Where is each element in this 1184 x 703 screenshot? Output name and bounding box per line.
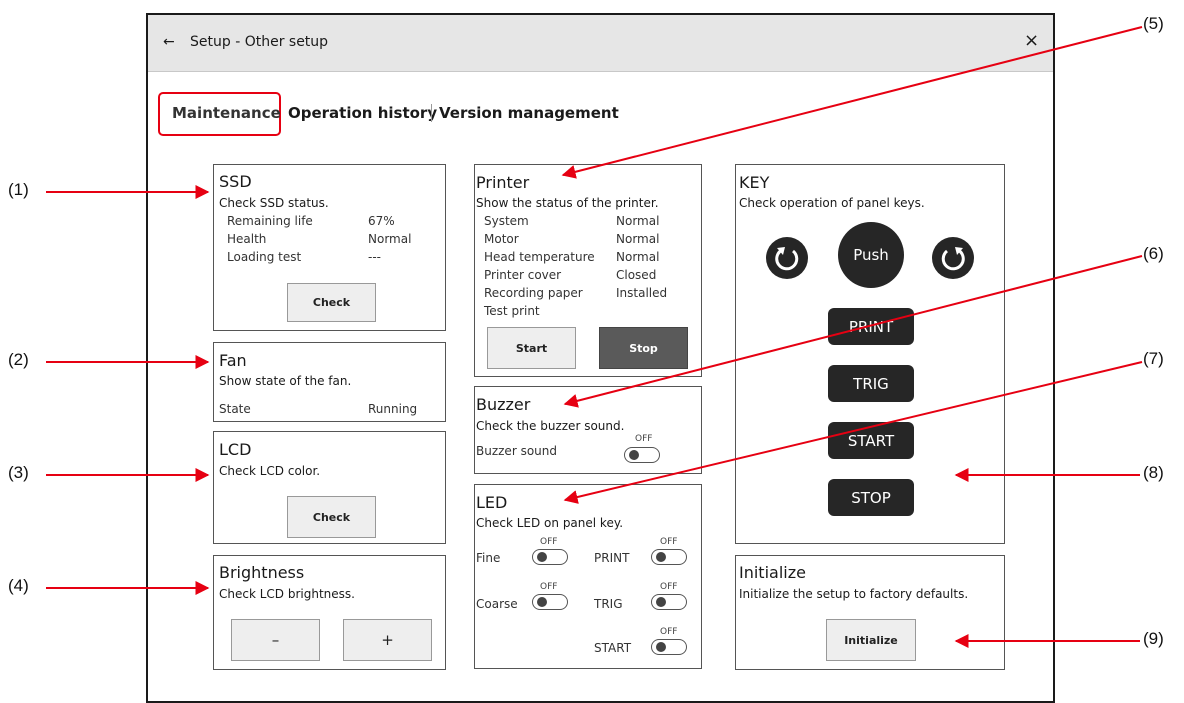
led-coarse-toggle-state: OFF	[540, 582, 558, 592]
led-trig-label: TRIG	[594, 597, 623, 611]
led-print-toggle[interactable]	[651, 549, 687, 565]
tab-version-management[interactable]: Version management	[439, 104, 619, 122]
key-description: Check operation of panel keys.	[739, 196, 925, 210]
fan-state-label: State	[219, 402, 251, 416]
ssd-check-button[interactable]: Check	[287, 283, 376, 322]
printer-title: Printer	[476, 173, 530, 192]
rotate-ccw-icon	[775, 247, 799, 271]
ssd-row-label: Health	[227, 232, 267, 246]
initialize-title: Initialize	[739, 563, 806, 582]
fan-description: Show state of the fan.	[219, 374, 352, 388]
callout-label: (4)	[8, 576, 29, 595]
initialize-description: Initialize the setup to factory defaults…	[739, 587, 969, 601]
brightness-increase-button[interactable]: +	[343, 619, 432, 661]
start-key[interactable]: START	[828, 422, 914, 459]
rotate-left-key[interactable]	[766, 237, 808, 279]
callout-label: (7)	[1143, 349, 1164, 368]
led-print-label: PRINT	[594, 551, 630, 565]
printer-description: Show the status of the printer.	[476, 196, 659, 210]
callout-label: (3)	[8, 463, 29, 482]
led-start-label: START	[594, 641, 632, 655]
buzzer-sound-toggle[interactable]	[624, 447, 660, 463]
push-key[interactable]: Push	[838, 222, 904, 288]
ssd-row-value: ---	[368, 250, 381, 264]
printer-row-label: System	[484, 214, 529, 228]
led-start-toggle-state: OFF	[660, 627, 678, 637]
brightness-title: Brightness	[219, 563, 305, 582]
tab-operation-history[interactable]: Operation history	[288, 104, 437, 122]
callout-label: (5)	[1143, 14, 1164, 33]
led-coarse-toggle[interactable]	[532, 594, 568, 610]
printer-row-label: Test print	[484, 304, 540, 318]
printer-row-label: Printer cover	[484, 268, 562, 282]
key-title: KEY	[739, 173, 770, 192]
ssd-row-label: Remaining life	[227, 214, 313, 228]
ssd-row-label: Loading test	[227, 250, 302, 264]
tab-divider	[431, 104, 432, 122]
lcd-check-button[interactable]: Check	[287, 496, 376, 538]
callout-label: (8)	[1143, 463, 1164, 482]
brightness-decrease-button[interactable]: –	[231, 619, 320, 661]
close-icon[interactable]: ×	[1024, 30, 1039, 51]
buzzer-description: Check the buzzer sound.	[476, 419, 625, 433]
trig-key[interactable]: TRIG	[828, 365, 914, 402]
rotate-cw-icon	[941, 247, 965, 271]
printer-row-label: Head temperature	[484, 250, 595, 264]
ssd-row-value: 67%	[368, 214, 395, 228]
brightness-description: Check LCD brightness.	[219, 587, 355, 601]
led-trig-toggle[interactable]	[651, 594, 687, 610]
buzzer-title: Buzzer	[476, 395, 531, 414]
callout-label: (2)	[8, 350, 29, 369]
printer-row-value: Normal	[616, 250, 660, 264]
callout-label: (9)	[1143, 629, 1164, 648]
led-print-toggle-state: OFF	[660, 537, 678, 547]
callout-label: (1)	[8, 180, 29, 199]
back-arrow-icon[interactable]: ←	[163, 34, 175, 50]
printer-stop-button[interactable]: Stop	[599, 327, 688, 369]
led-fine-toggle[interactable]	[532, 549, 568, 565]
buzzer-toggle-state: OFF	[635, 434, 653, 444]
led-trig-toggle-state: OFF	[660, 582, 678, 592]
led-coarse-label: Coarse	[476, 597, 518, 611]
ssd-row-value: Normal	[368, 232, 412, 246]
lcd-title: LCD	[219, 440, 252, 459]
ssd-title: SSD	[219, 172, 252, 191]
ssd-description: Check SSD status.	[219, 196, 329, 210]
lcd-description: Check LCD color.	[219, 464, 321, 478]
led-fine-label: Fine	[476, 551, 501, 565]
window-title: Setup - Other setup	[190, 34, 329, 50]
tab-maintenance[interactable]: Maintenance	[172, 104, 281, 122]
led-description: Check LED on panel key.	[476, 516, 624, 530]
stop-key[interactable]: STOP	[828, 479, 914, 516]
printer-row-label: Recording paper	[484, 286, 583, 300]
print-key[interactable]: PRINT	[828, 308, 914, 345]
initialize-button[interactable]: Initialize	[826, 619, 916, 661]
led-start-toggle[interactable]	[651, 639, 687, 655]
printer-row-value: Closed	[616, 268, 657, 282]
rotate-right-key[interactable]	[932, 237, 974, 279]
fan-state-value: Running	[368, 402, 418, 416]
led-fine-toggle-state: OFF	[540, 537, 558, 547]
fan-title: Fan	[219, 351, 247, 370]
led-title: LED	[476, 493, 508, 512]
printer-start-button[interactable]: Start	[487, 327, 576, 369]
buzzer-sound-label: Buzzer sound	[476, 444, 557, 458]
printer-row-value: Installed	[616, 286, 668, 300]
printer-row-label: Motor	[484, 232, 519, 246]
printer-row-value: Normal	[616, 232, 660, 246]
callout-label: (6)	[1143, 244, 1164, 263]
printer-row-value: Normal	[616, 214, 660, 228]
